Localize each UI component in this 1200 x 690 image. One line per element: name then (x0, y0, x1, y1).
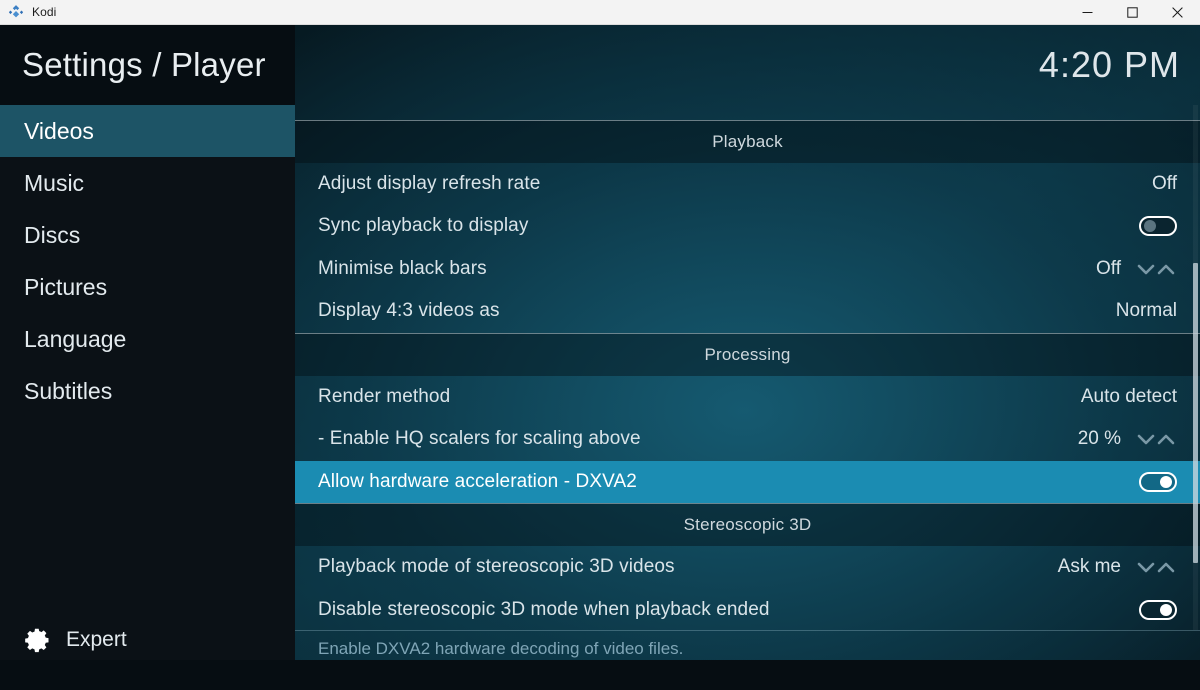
kodi-app-window: Kodi Settings / Player 4:20 PM Videos Mu… (0, 0, 1200, 690)
toggle-sync-playback-to-display[interactable] (1139, 216, 1177, 237)
setting-value-group: Off (1096, 258, 1177, 280)
sidebar-item-music[interactable]: Music (0, 157, 295, 209)
setting-label: Sync playback to display (318, 215, 529, 237)
window-app-title: Kodi (32, 5, 57, 19)
setting-label: Render method (318, 385, 451, 407)
description-separator (295, 630, 1200, 631)
sidebar-item-label: Pictures (24, 273, 108, 300)
setting-row-render-method[interactable]: Render method Auto detect (295, 376, 1200, 419)
setting-label: Disable stereoscopic 3D mode when playba… (318, 598, 770, 620)
setting-value: Off (1152, 172, 1177, 194)
section-title: Playback (712, 131, 783, 151)
setting-row-display-4-3-videos-as[interactable]: Display 4:3 videos as Normal (295, 290, 1200, 333)
bottom-strip (0, 660, 1200, 690)
toggle-knob (1144, 220, 1156, 233)
close-icon[interactable] (1155, 0, 1200, 25)
clock: 4:20 PM (1038, 44, 1180, 85)
setting-row-minimise-black-bars[interactable]: Minimise black bars Off (295, 248, 1200, 291)
section-header-playback: Playback (295, 119, 1200, 163)
settings-header: Settings / Player 4:20 PM (0, 25, 1200, 105)
toggle-disable-stereoscopic-3d-on-end[interactable] (1139, 599, 1177, 620)
setting-value: Off (1096, 257, 1121, 279)
setting-label: Display 4:3 videos as (318, 300, 500, 322)
setting-label: Playback mode of stereoscopic 3D videos (318, 556, 675, 578)
setting-row-playback-mode-stereoscopic-3d[interactable]: Playback mode of stereoscopic 3D videos … (295, 546, 1200, 589)
settings-list: Playback Adjust display refresh rate Off… (295, 105, 1200, 630)
partial-row-clipped[interactable] (295, 105, 1200, 120)
setting-value-group: Ask me (1058, 556, 1177, 578)
settings-content-panel: Playback Adjust display refresh rate Off… (295, 105, 1200, 690)
toggle-knob (1160, 603, 1172, 616)
setting-row-allow-hardware-acceleration-dxva2[interactable]: Allow hardware acceleration - DXVA2 (295, 460, 1200, 503)
setting-row-adjust-display-refresh-rate[interactable]: Adjust display refresh rate Off (295, 163, 1200, 206)
section-title: Processing (704, 344, 791, 364)
kodi-logo-icon (8, 4, 24, 20)
setting-row-enable-hq-scalers[interactable]: - Enable HQ scalers for scaling above 20… (295, 418, 1200, 461)
sidebar-item-label: Discs (24, 221, 81, 248)
kodi-ui-root: Settings / Player 4:20 PM Videos Music D… (0, 25, 1200, 690)
setting-value: Auto detect (1080, 385, 1177, 407)
setting-row-sync-playback-to-display[interactable]: Sync playback to display (295, 205, 1200, 248)
toggle-allow-hardware-acceleration-dxva2[interactable] (1139, 471, 1177, 492)
setting-value: Normal (1115, 300, 1177, 322)
sidebar-item-pictures[interactable]: Pictures (0, 261, 295, 313)
spinner-chevrons-icon[interactable] (1135, 430, 1177, 448)
sidebar-item-videos[interactable]: Videos (0, 105, 295, 157)
window-titlebar: Kodi (0, 0, 1200, 25)
sidebar-item-label: Language (24, 325, 127, 352)
sidebar-item-label: Subtitles (24, 377, 113, 404)
sidebar-item-language[interactable]: Language (0, 313, 295, 365)
sidebar-item-subtitles[interactable]: Subtitles (0, 365, 295, 417)
settings-list-viewport: Playback Adjust display refresh rate Off… (295, 105, 1200, 630)
setting-label: - Enable HQ scalers for scaling above (318, 428, 641, 450)
section-header-processing: Processing (295, 332, 1200, 376)
settings-level-button[interactable]: Expert (0, 620, 295, 660)
setting-row-disable-stereoscopic-3d-on-end[interactable]: Disable stereoscopic 3D mode when playba… (295, 589, 1200, 631)
toggle-knob (1160, 475, 1172, 488)
gear-icon (24, 626, 52, 654)
sidebar-item-label: Videos (24, 117, 94, 144)
minimize-icon[interactable] (1065, 0, 1110, 25)
content-scrollbar-thumb[interactable] (1193, 263, 1198, 563)
spinner-chevrons-icon[interactable] (1135, 558, 1177, 576)
section-title: Stereoscopic 3D (683, 515, 812, 534)
setting-value: Ask me (1057, 556, 1121, 578)
maximize-icon[interactable] (1110, 0, 1155, 25)
setting-label: Adjust display refresh rate (318, 172, 541, 194)
section-header-stereoscopic-3d: Stereoscopic 3D (295, 503, 1200, 546)
setting-value-group: 20 % (1078, 428, 1177, 450)
spinner-chevrons-icon[interactable] (1135, 260, 1177, 278)
settings-level-label: Expert (66, 628, 127, 651)
setting-label: Minimise black bars (318, 257, 487, 279)
setting-description: Enable DXVA2 hardware decoding of video … (318, 639, 684, 658)
sidebar-item-label: Music (24, 169, 85, 196)
sidebar-item-discs[interactable]: Discs (0, 209, 295, 261)
page-title: Settings / Player (22, 46, 266, 83)
setting-value: 20 % (1077, 428, 1121, 450)
settings-category-sidebar: Videos Music Discs Pictures Language Sub… (0, 105, 295, 690)
setting-label: Allow hardware acceleration - DXVA2 (318, 470, 637, 492)
